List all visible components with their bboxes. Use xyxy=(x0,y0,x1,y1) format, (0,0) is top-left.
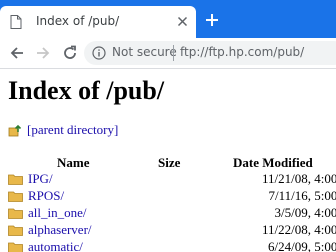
page-title: Index of /pub/ xyxy=(8,76,165,105)
back-arrow-icon[interactable] xyxy=(9,45,25,61)
date-modified: 3/5/09, 4:00:00 PM xyxy=(274,205,336,220)
table-row: all_in_one/ 3/5/09, 4:00:00 PM xyxy=(0,205,336,223)
date-modified: 7/11/16, 5:00:00 PM xyxy=(268,188,336,203)
folder-icon xyxy=(8,208,23,219)
date-modified: 6/24/09, 5:00:00 PM xyxy=(268,239,336,252)
folder-link[interactable]: IPG/ xyxy=(28,171,53,187)
security-label[interactable]: Not secure xyxy=(112,45,177,59)
reload-icon[interactable] xyxy=(62,45,78,61)
folder-icon xyxy=(8,191,23,202)
column-header-name[interactable]: Name xyxy=(57,155,90,171)
close-icon[interactable] xyxy=(177,16,188,27)
up-folder-icon xyxy=(8,124,22,137)
table-row: IPG/ 11/21/08, 4:00:00 PM xyxy=(0,171,336,189)
page-icon xyxy=(10,15,22,29)
table-row: automatic/ 6/24/09, 5:00:00 PM xyxy=(0,239,336,252)
tab-strip: Index of /pub/ xyxy=(0,0,336,38)
table-row: RPOS/ 7/11/16, 5:00:00 PM xyxy=(0,188,336,206)
forward-arrow-icon[interactable] xyxy=(35,45,51,61)
address-bar[interactable]: Not secure ftp://ftp.hp.com/pub/ xyxy=(84,41,336,65)
url-text[interactable]: ftp://ftp.hp.com/pub/ xyxy=(180,45,304,59)
plus-icon[interactable] xyxy=(205,13,219,27)
parent-directory-link[interactable]: [parent directory] xyxy=(27,122,118,138)
tab-title: Index of /pub/ xyxy=(36,14,120,28)
folder-link[interactable]: alphaserver/ xyxy=(28,222,92,238)
table-row: alphaserver/ 11/22/08, 4:00:00 PM xyxy=(0,222,336,240)
browser-tab[interactable]: Index of /pub/ xyxy=(0,6,196,38)
folder-icon xyxy=(8,225,23,236)
folder-icon xyxy=(8,174,23,185)
column-header-date[interactable]: Date Modified xyxy=(233,155,313,171)
column-header-size[interactable]: Size xyxy=(158,155,180,171)
folder-link[interactable]: all_in_one/ xyxy=(28,205,87,221)
date-modified: 11/21/08, 4:00:00 PM xyxy=(261,171,336,186)
address-separator xyxy=(173,45,174,61)
date-modified: 11/22/08, 4:00:00 PM xyxy=(261,222,336,237)
folder-icon xyxy=(8,242,23,252)
folder-link[interactable]: automatic/ xyxy=(28,239,83,252)
folder-link[interactable]: RPOS/ xyxy=(28,188,64,204)
info-icon[interactable] xyxy=(92,46,106,60)
browser-toolbar: Not secure ftp://ftp.hp.com/pub/ xyxy=(0,38,336,69)
page-content: Index of /pub/ [parent directory] Name S… xyxy=(0,69,336,252)
